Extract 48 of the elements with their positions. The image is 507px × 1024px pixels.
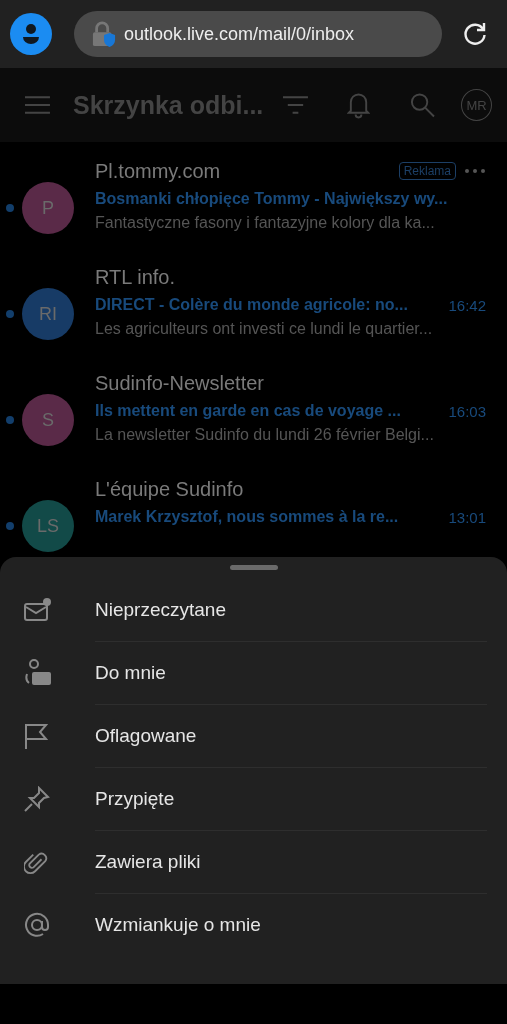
filter-option[interactable]: Oflagowane xyxy=(0,704,507,767)
message-subject: Marek Krzysztof, nous sommes à la re... xyxy=(95,508,399,526)
message-preview: Fantastyczne fasony i fantazyjne kolory dla ka... xyxy=(95,214,436,232)
sender-name: Sudinfo-Newsletter xyxy=(95,371,264,395)
filter-label: Przypięte xyxy=(95,787,175,810)
sender-avatar: RI xyxy=(22,288,74,340)
pin-icon xyxy=(24,785,50,812)
flag-icon xyxy=(24,722,48,749)
filter-label: Do mnie xyxy=(95,661,166,684)
filter-icon[interactable] xyxy=(283,95,309,115)
menu-icon[interactable] xyxy=(25,95,50,115)
filter-option[interactable]: Przypięte xyxy=(0,767,507,830)
ad-badge: Reklama xyxy=(398,162,456,180)
reload-icon[interactable] xyxy=(462,21,488,47)
sender-name: L'équipe Sudinfo xyxy=(95,477,244,501)
filter-option[interactable]: Wzmiankuje o mnie xyxy=(0,893,507,956)
envelope-dot-icon xyxy=(24,597,52,622)
message-time: 16:42 xyxy=(448,296,486,314)
message-preview: Les agriculteurs ont investi ce lundi le quartier... xyxy=(95,320,434,338)
filter-label: Zawiera pliki xyxy=(95,850,201,873)
folder-title: Skrzynka odbi... xyxy=(72,90,264,120)
lock-shield-icon xyxy=(92,21,116,47)
message-preview: La newsletter Sudinfo du lundi 26 février Belgi... xyxy=(95,426,435,444)
message-time: 16:03 xyxy=(448,402,486,420)
filter-option[interactable]: Zawiera pliki xyxy=(0,830,507,893)
drag-handle[interactable] xyxy=(229,565,278,570)
message-time: 13:01 xyxy=(448,508,486,526)
bell-icon[interactable] xyxy=(347,91,371,119)
search-icon[interactable] xyxy=(410,92,436,118)
url-text: outlook.live.com/mail/0/inbox xyxy=(124,23,355,45)
profile-icon[interactable] xyxy=(10,13,52,55)
filter-label: Wzmiankuje o mnie xyxy=(95,913,261,936)
sender-avatar: P xyxy=(22,182,74,234)
at-sign-icon xyxy=(24,911,50,938)
filter-label: Oflagowane xyxy=(95,724,197,747)
sender-name: Pl.tommy.com xyxy=(95,159,221,183)
filter-label: Nieprzeczytane xyxy=(95,598,226,621)
filter-option[interactable]: Nieprzeczytane xyxy=(0,578,507,641)
address-bar[interactable]: outlook.live.com/mail/0/inbox xyxy=(74,11,442,57)
filter-option[interactable]: Do mnie xyxy=(0,641,507,704)
message-subject: Bosmanki chłopięce Tommy - Największy wy... xyxy=(95,190,448,208)
sender-avatar: LS xyxy=(22,500,74,552)
person-envelope-icon xyxy=(24,658,52,687)
sender-name: RTL info. xyxy=(95,265,176,289)
sender-avatar: S xyxy=(22,394,74,446)
more-icon[interactable] xyxy=(464,168,486,174)
message-subject: Ils mettent en garde en cas de voyage ... xyxy=(95,402,401,420)
message-subject: DIRECT - Colère du monde agricole: no... xyxy=(95,296,408,314)
